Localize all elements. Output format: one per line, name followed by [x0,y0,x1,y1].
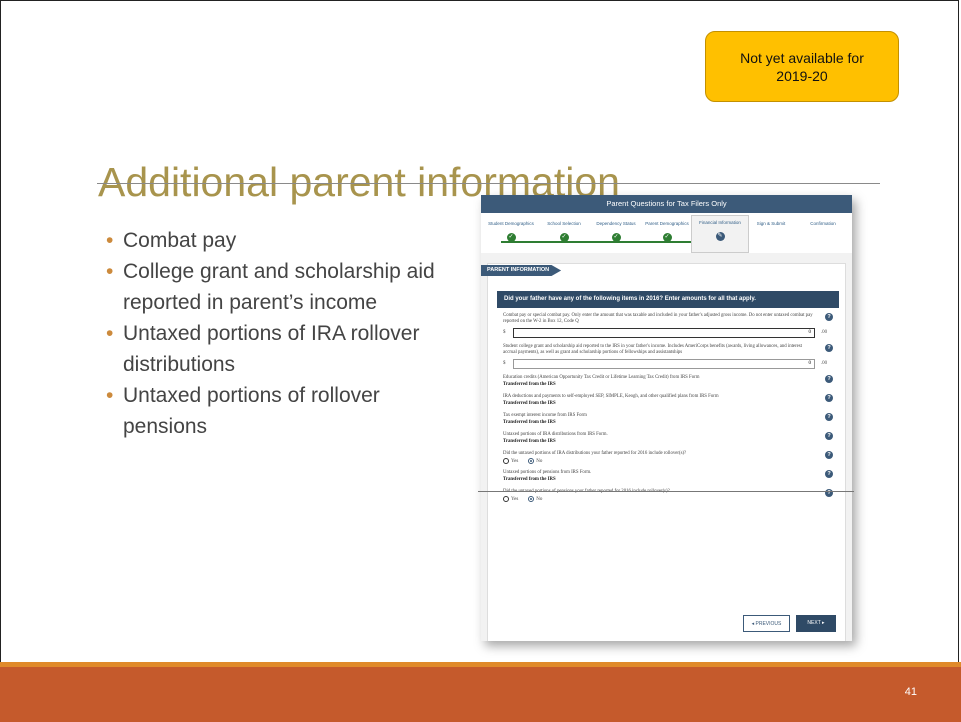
ira-rollover-yes-radio[interactable]: Yes [503,458,518,464]
next-button[interactable]: NEXT ▸ [796,615,836,632]
check-icon: ✓ [559,233,569,242]
pencil-icon: ✎ [715,232,725,241]
screenshot-header: Parent Questions for Tax Filers Only [481,195,852,213]
education-credits-field: Education credits (American Opportunity … [503,375,833,388]
cents-suffix: .00 [820,361,828,366]
help-icon[interactable]: ? [825,313,833,321]
untaxed-pensions-field: Untaxed portions of pensions from IRS Fo… [503,470,833,483]
help-icon[interactable]: ? [825,432,833,440]
grant-aid-input[interactable]: 0 [513,358,815,369]
overlay-divider [478,491,854,492]
fafsa-screenshot: Parent Questions for Tax Filers Only Stu… [481,195,852,641]
title-divider [97,183,880,184]
check-icon: ✓ [611,233,621,242]
help-icon[interactable]: ? [825,413,833,421]
step-parent-demographics[interactable]: Parent Demographics ✓ [639,217,695,242]
previous-button[interactable]: ◂ PREVIOUS [743,615,790,632]
check-icon: ✓ [662,233,672,242]
help-icon[interactable]: ? [825,470,833,478]
step-school-selection[interactable]: School Selection ✓ [536,217,592,242]
combat-pay-input[interactable]: 0 [513,327,815,338]
step-dependency-status[interactable]: Dependency Status ✓ [588,217,644,242]
step-confirmation[interactable]: Confirmation [795,217,851,230]
help-icon[interactable]: ? [825,451,833,459]
availability-badge: Not yet available for 2019-20 [705,31,899,102]
question-bar: Did your father have any of the followin… [497,291,839,308]
ira-rollover-no-radio[interactable]: No [528,458,542,464]
bullet-list: Combat pay College grant and scholarship… [106,225,436,442]
page-number: 41 [904,686,917,698]
bullet-item: College grant and scholarship aid report… [106,256,436,318]
badge-line-1: Not yet available for [740,49,864,66]
combat-pay-field: Combat pay or special combat pay. Only e… [503,313,833,338]
bullet-item: Untaxed portions of rollover pensions [106,380,436,442]
pension-rollover-yes-radio[interactable]: Yes [503,496,518,502]
step-student-demographics[interactable]: Student Demographics ✓ [483,217,539,242]
ira-rollover-field: Did the untaxed portions of IRA distribu… [503,451,833,464]
currency-symbol: $ [503,330,506,335]
bullet-item: Untaxed portions of IRA rollover distrib… [106,318,436,380]
untaxed-ira-field: Untaxed portions of IRA distributions fr… [503,432,833,445]
help-icon[interactable]: ? [825,375,833,383]
progress-steps: Student Demographics ✓ School Selection … [481,213,852,253]
ira-deductions-field: IRA deductions and payments to self-empl… [503,394,833,407]
currency-symbol: $ [503,361,506,366]
step-sign-submit[interactable]: Sign & Submit [743,217,799,230]
help-icon[interactable]: ? [825,394,833,402]
step-financial-information[interactable]: Financial Information ✎ [691,215,749,253]
help-icon[interactable]: ? [825,344,833,352]
check-icon: ✓ [506,233,516,242]
cents-suffix: .00 [820,330,828,335]
badge-line-2: 2019-20 [776,67,828,84]
footer-bar [0,662,961,722]
section-tag: PARENT INFORMATION [481,265,562,276]
grant-aid-field: Student college grant and scholarship ai… [503,344,833,369]
form-fields: Combat pay or special combat pay. Only e… [503,313,833,508]
bullet-item: Combat pay [106,225,436,256]
pension-rollover-no-radio[interactable]: No [528,496,542,502]
tax-exempt-interest-field: Tax exempt interest income from IRS Form… [503,413,833,426]
